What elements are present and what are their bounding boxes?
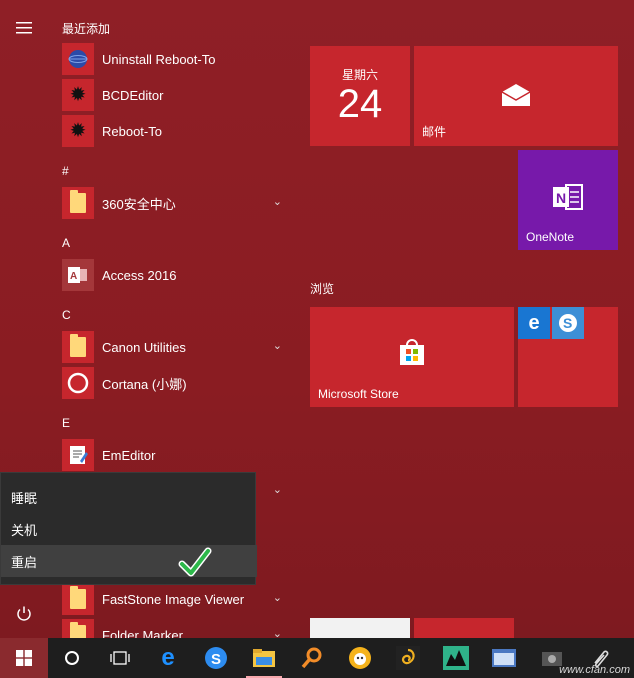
tile-partial-red[interactable] [414,618,514,638]
globe-icon [62,43,94,75]
chevron-down-icon: ⌄ [272,628,282,638]
app-label: Uninstall Reboot-To [102,51,216,67]
taskbar-sogou-browser[interactable]: S [192,638,240,678]
app-360-security[interactable]: 360安全中心 ⌄ [62,186,290,220]
app-uninstall-reboot-to[interactable]: Uninstall Reboot-To [62,42,290,76]
window-app-icon [492,649,516,667]
windows-logo-icon [16,650,32,666]
folder-icon [62,583,94,615]
group-header-c[interactable]: C [62,308,71,322]
cortana-search-button[interactable] [48,638,96,678]
access-icon: A [62,259,94,291]
watermark-text: www.cfan.com [559,664,630,676]
tile-microsoft-store[interactable]: Microsoft Store [310,307,514,407]
power-menu-restart[interactable]: 重启 [1,545,257,577]
hamburger-menu-button[interactable] [0,4,48,52]
app-label: Reboot-To [102,123,162,139]
app-folder-marker[interactable]: Folder Marker ⌄ [62,618,290,638]
svg-text:S: S [563,315,572,331]
svg-text:A: A [70,271,77,282]
task-view-icon [110,651,130,665]
folder-icon [62,187,94,219]
app-label: Folder Marker [102,627,183,639]
edge-icon: e [161,644,175,671]
tile-browsers-folder[interactable]: e S [518,307,618,407]
app-label: Access 2016 [102,267,177,283]
music-app-icon [349,647,371,669]
chevron-down-icon: ⌄ [272,592,282,604]
tile-calendar[interactable]: 星期六 24 [310,46,410,146]
taskbar-search-tool[interactable] [288,638,336,678]
folder-icon [62,619,94,638]
power-menu-shutdown[interactable]: 关机 [1,513,257,545]
group-header-hash[interactable]: # [62,164,69,178]
app-emeditor[interactable]: EmEditor [62,438,290,472]
tile-label: Microsoft Store [318,387,399,401]
app-bcdeditor[interactable]: ✹ BCDEditor [62,78,290,112]
taskbar: e S www.cfan.com [0,638,634,678]
sogou-browser-icon: S [205,647,227,669]
app-label: 360安全中心 [102,196,176,212]
svg-text:N: N [556,190,566,206]
app-label: FastStone Image Viewer [102,591,245,607]
onenote-icon: N [553,184,583,210]
calendar-weekday: 星期六 [341,68,378,82]
gear-icon: ✹ [62,115,94,147]
app-canon-utilities[interactable]: Canon Utilities ⌄ [62,330,290,364]
store-bag-icon [400,339,424,365]
power-button[interactable] [0,590,48,638]
spiral-app-icon [396,646,420,670]
app-label: Canon Utilities [102,339,186,355]
app-label: BCDEditor [102,87,164,103]
recently-added-header: 最近添加 [62,22,111,36]
app-access-2016[interactable]: A Access 2016 [62,258,290,292]
checkmark-icon [178,547,212,577]
app-label: Cortana (小娜) [102,376,187,392]
tile-partial-white[interactable] [310,618,410,638]
tile-mail[interactable]: 邮件 [414,46,618,146]
mail-icon [501,84,531,106]
tile-onenote[interactable]: N OneNote [518,150,618,250]
emeditor-icon [62,439,94,471]
browse-group-header[interactable]: 浏览 [310,280,334,297]
hamburger-icon [16,22,32,34]
taskbar-spiral-app[interactable] [384,638,432,678]
app-faststone-image-viewer[interactable]: FastStone Image Viewer ⌄ [62,582,290,616]
power-menu-sleep[interactable]: 睡眠 [1,481,257,513]
app-cortana[interactable]: Cortana (小娜) [62,366,290,400]
svg-text:S: S [211,651,221,668]
power-menu: 睡眠 关机 重启 [0,472,257,585]
magnifier-icon [301,647,322,669]
edge-icon: e [518,307,550,339]
folder-icon [62,331,94,363]
gear-icon: ✹ [62,79,94,111]
start-button[interactable] [0,638,48,678]
taskbar-qq-music[interactable] [336,638,384,678]
chevron-down-icon: ⌄ [272,340,282,352]
taskbar-edge[interactable]: e [144,638,192,678]
chevron-down-icon: ⌄ [272,196,282,208]
taskbar-window-app[interactable] [480,638,528,678]
taskbar-game-app[interactable] [432,638,480,678]
taskbar-file-explorer[interactable] [240,638,288,678]
tile-label: 邮件 [422,125,447,139]
group-header-e[interactable]: E [62,416,70,430]
task-view-button[interactable] [96,638,144,678]
power-icon [17,606,31,621]
app-reboot-to[interactable]: ✹ Reboot-To [62,114,290,148]
tile-label: OneNote [526,230,575,244]
group-header-a[interactable]: A [62,236,70,250]
file-explorer-icon [253,649,275,667]
cortana-circle-icon [65,651,79,665]
cortana-icon [62,367,94,399]
game-app-icon [443,646,469,670]
sogou-browser-icon: S [552,307,584,339]
app-label: EmEditor [102,447,156,463]
chevron-down-icon: ⌄ [272,484,282,496]
calendar-day: 24 [337,82,383,126]
start-menu: 最近添加 Uninstall Reboot-To ✹ BCDEditor ✹ R… [0,0,634,638]
